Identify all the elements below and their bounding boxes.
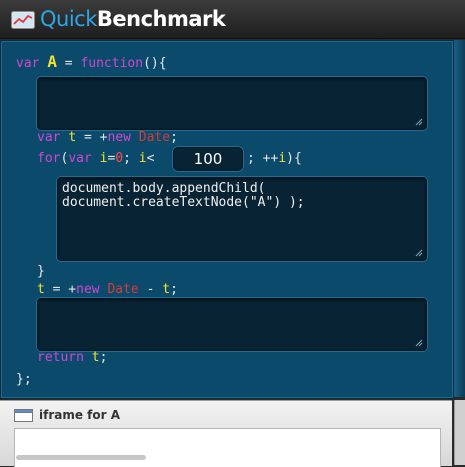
iframe-title: iframe for A	[39, 408, 121, 422]
chart-icon	[11, 11, 35, 29]
side-scroll-gutter[interactable]	[454, 40, 465, 397]
resize-grip-icon[interactable]	[415, 249, 423, 257]
stop-timer-line: t = +new Date - t;	[37, 282, 178, 297]
function-name: A	[47, 52, 57, 71]
start-timer-line: var t = +new Date;	[37, 130, 178, 145]
setup-code-input[interactable]	[37, 77, 427, 130]
teardown-code-input[interactable]	[37, 298, 427, 351]
iframe-content[interactable]	[14, 428, 441, 467]
iterations-input[interactable]: 100	[173, 147, 243, 171]
loop-body-code-input[interactable]: document.body.appendChild( document.crea…	[57, 177, 427, 261]
loop-body-code: document.body.appendChild( document.crea…	[62, 181, 305, 210]
resize-grip-icon[interactable]	[415, 339, 423, 347]
return-line: return t;	[37, 350, 108, 365]
window-icon	[14, 409, 33, 422]
horizontal-scrollbar[interactable]	[16, 455, 146, 460]
loop-close-brace: }	[37, 264, 45, 279]
app-title: QuickBenchmark	[40, 7, 226, 31]
iframe-side-gutter	[454, 400, 465, 465]
for-loop-head: for(var i=0; i<	[37, 151, 155, 166]
resize-grip-icon[interactable]	[415, 118, 423, 126]
function-close: };	[16, 372, 32, 387]
function-declaration-line: var A = function(){	[16, 52, 167, 72]
app-header: QuickBenchmark	[0, 0, 465, 39]
for-loop-tail: ; ++i){	[247, 151, 302, 166]
